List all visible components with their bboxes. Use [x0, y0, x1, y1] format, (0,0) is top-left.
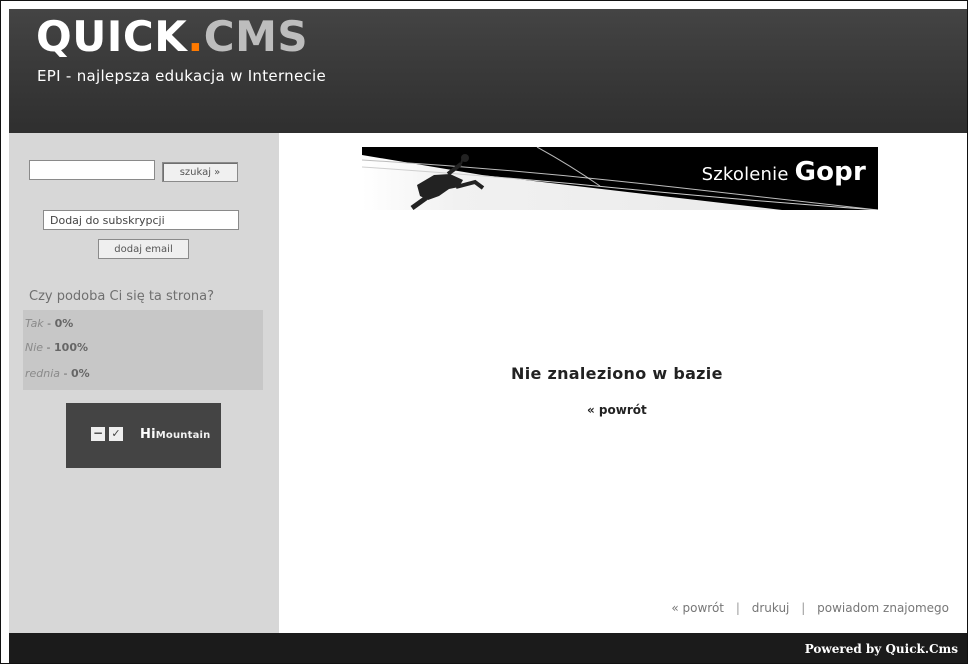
poll-option-label[interactable]: Nie [25, 341, 43, 354]
subscription-email-field[interactable] [43, 210, 239, 230]
footer-back-link[interactable]: « powrót [671, 601, 724, 615]
banner-title-bold: Gopr [794, 157, 866, 187]
poll-option-value: 100% [54, 341, 89, 354]
sponsor-banner-himountain[interactable]: − ✓ HiMountain [66, 403, 221, 468]
minus-icon: − [91, 426, 105, 441]
logo-quick: QUICK [36, 12, 188, 61]
poll-title: Czy podoba Ci się ta strona? [29, 289, 215, 304]
site-tagline: EPI - najlepsza edukacja w Internecie [37, 67, 327, 85]
logo-dot: . [187, 12, 204, 61]
footer-separator: | [735, 601, 740, 615]
sidebar: szukaj » dodaj email Czy podoba Ci się t… [9, 133, 279, 633]
sponsor-brand-main: Hi [140, 427, 156, 442]
footer-separator: | [801, 601, 806, 615]
poll-option-label[interactable]: Tak [25, 317, 44, 330]
powered-by-link[interactable]: Powered by Quick.Cms [805, 642, 958, 656]
site-footer: Powered by Quick.Cms [9, 633, 967, 663]
banner-title-light: Szkolenie [701, 164, 795, 185]
add-email-button[interactable]: dodaj email [98, 239, 189, 259]
search-button[interactable]: szukaj » [162, 162, 238, 182]
poll-option-value: 0% [71, 367, 90, 380]
poll-option-separator: - [43, 317, 55, 330]
not-found-message: Nie znaleziono w bazie [511, 364, 723, 383]
poll-option-redina[interactable]: rednia - 0% [25, 367, 90, 380]
back-link[interactable]: « powrót [587, 403, 647, 417]
logo-cms: CMS [203, 12, 309, 61]
poll-option-separator: - [43, 341, 55, 354]
poll-results: Tak - 0% Nie - 100% rednia - 0% [23, 310, 263, 390]
poll-option-separator: - [60, 367, 72, 380]
sponsor-brand-sub: Mountain [155, 430, 211, 441]
poll-option-tak[interactable]: Tak - 0% [25, 317, 73, 330]
poll-option-value: 0% [54, 317, 74, 330]
footer-print-link[interactable]: drukuj [752, 601, 790, 615]
page-frame: QUICK.CMS EPI - najlepsza edukacja w Int… [0, 0, 968, 664]
page-banner: Szkolenie Gopr [362, 147, 878, 210]
page-footer-links: « powrót | drukuj | powiadom znajomego [671, 601, 949, 615]
check-icon: ✓ [109, 427, 123, 441]
search-input[interactable] [29, 160, 155, 180]
footer-notify-link[interactable]: powiadom znajomego [817, 601, 949, 615]
site-logo[interactable]: QUICK.CMS [36, 12, 308, 62]
site-header: QUICK.CMS EPI - najlepsza edukacja w Int… [9, 9, 967, 133]
main-content: Szkolenie Gopr Nie znaleziono w bazie « … [279, 133, 967, 633]
poll-option-label[interactable]: rednia [25, 367, 60, 380]
sponsor-logo: HiMountain [140, 427, 211, 442]
banner-title: Szkolenie Gopr [702, 157, 866, 187]
poll-option-nie[interactable]: Nie - 100% [25, 341, 88, 354]
